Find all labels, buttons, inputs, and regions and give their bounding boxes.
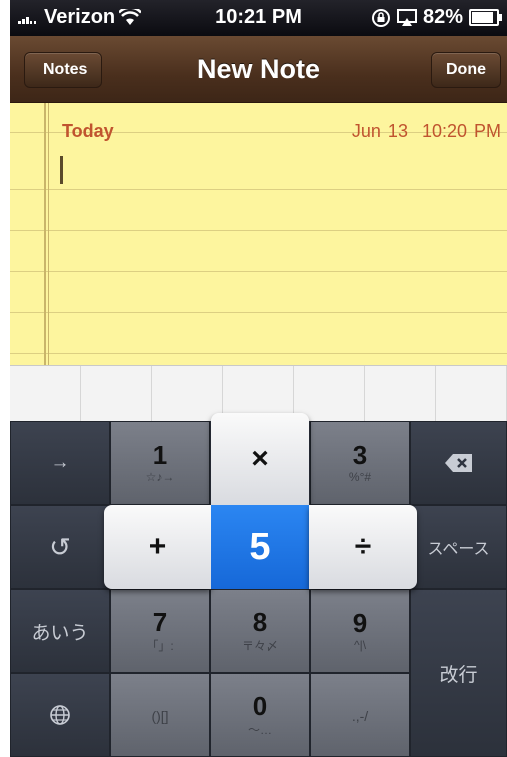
candidate-cell[interactable] <box>365 366 436 422</box>
brackets-key[interactable]: ()[] <box>110 673 210 757</box>
delete-key[interactable] <box>410 421 507 505</box>
rotation-lock-icon <box>371 8 390 27</box>
kana-mode-key[interactable]: あいう <box>10 589 110 673</box>
return-label: 改行 <box>439 664 478 686</box>
key-0[interactable]: 0 〜… <box>210 673 310 757</box>
airplay-icon <box>396 8 417 26</box>
key-7-sub: 「」: <box>146 638 174 653</box>
key-1[interactable]: 1 ☆♪→ <box>110 421 210 505</box>
note-time: 10:20 PM <box>421 121 501 141</box>
space-label: スペース <box>427 541 490 558</box>
key-1-sub: ☆♪→ <box>145 470 175 484</box>
key-8-label: 8 <box>252 606 268 637</box>
key-3-sub: %°# <box>348 470 372 484</box>
cursor-arrow-key[interactable]: → <box>10 421 110 505</box>
keyboard: → ↺ あいう 1 ☆♪→ 3 %°# 7 「」: 8 〒々〆 9 ^|\ ()… <box>10 413 507 757</box>
arrow-right-icon: → <box>50 452 70 473</box>
status-bar: Verizon 10:21 PM 82% <box>10 0 507 36</box>
key-8-sub: 〒々〆 <box>241 638 278 653</box>
flick-center-key-5[interactable]: 5 <box>211 505 309 589</box>
candidate-cell[interactable] <box>81 366 152 422</box>
globe-icon <box>50 705 70 725</box>
space-key[interactable]: スペース <box>410 505 507 589</box>
undo-icon: ↺ <box>49 531 71 562</box>
note-day-label: Today <box>62 121 114 141</box>
key-8[interactable]: 8 〒々〆 <box>210 589 310 673</box>
candidate-cell[interactable] <box>152 366 223 422</box>
backspace-icon <box>444 454 472 472</box>
battery-percent: 82% <box>422 6 463 28</box>
note-timestamp: Jun 13 10:20 PM <box>352 121 501 142</box>
status-right: 82% <box>371 6 502 29</box>
candidate-cell[interactable] <box>10 366 81 422</box>
key-7-label: 7 <box>152 606 168 637</box>
punctuation-label: .,-/ <box>351 708 369 724</box>
key-0-sub: 〜… <box>247 722 272 737</box>
note-editor[interactable]: Today Jun 13 10:20 PM <box>10 103 507 365</box>
key-7[interactable]: 7 「」: <box>110 589 210 673</box>
return-key[interactable]: 改行 <box>410 589 507 757</box>
brackets-label: ()[] <box>151 708 169 724</box>
key-9-label: 9 <box>352 608 368 638</box>
note-date: Jun 13 <box>351 121 408 141</box>
navigation-bar: Notes New Note Done <box>10 36 507 103</box>
margin-line-inner <box>48 103 49 365</box>
key-9[interactable]: 9 ^|\ <box>310 589 410 673</box>
flick-left-option[interactable]: + <box>104 505 211 589</box>
key-0-label: 0 <box>252 690 268 721</box>
done-button[interactable]: Done <box>431 52 501 88</box>
globe-key[interactable] <box>10 673 110 757</box>
flick-up-option[interactable]: × <box>211 413 309 505</box>
key-3-label: 3 <box>352 440 368 470</box>
flick-right-option[interactable]: ÷ <box>309 505 417 589</box>
kana-label: あいう <box>31 622 89 644</box>
key-1-label: 1 <box>152 440 168 470</box>
candidate-cell[interactable] <box>436 366 507 422</box>
text-cursor <box>60 156 63 184</box>
undo-key[interactable]: ↺ <box>10 505 110 589</box>
key-3[interactable]: 3 %°# <box>310 421 410 505</box>
punctuation-key[interactable]: .,-/ <box>310 673 410 757</box>
margin-line <box>44 103 46 365</box>
battery-icon <box>469 9 502 26</box>
phone-screen: Verizon 10:21 PM 82% Notes New Note Done… <box>10 0 507 757</box>
key-9-sub: ^|\ <box>353 638 367 652</box>
